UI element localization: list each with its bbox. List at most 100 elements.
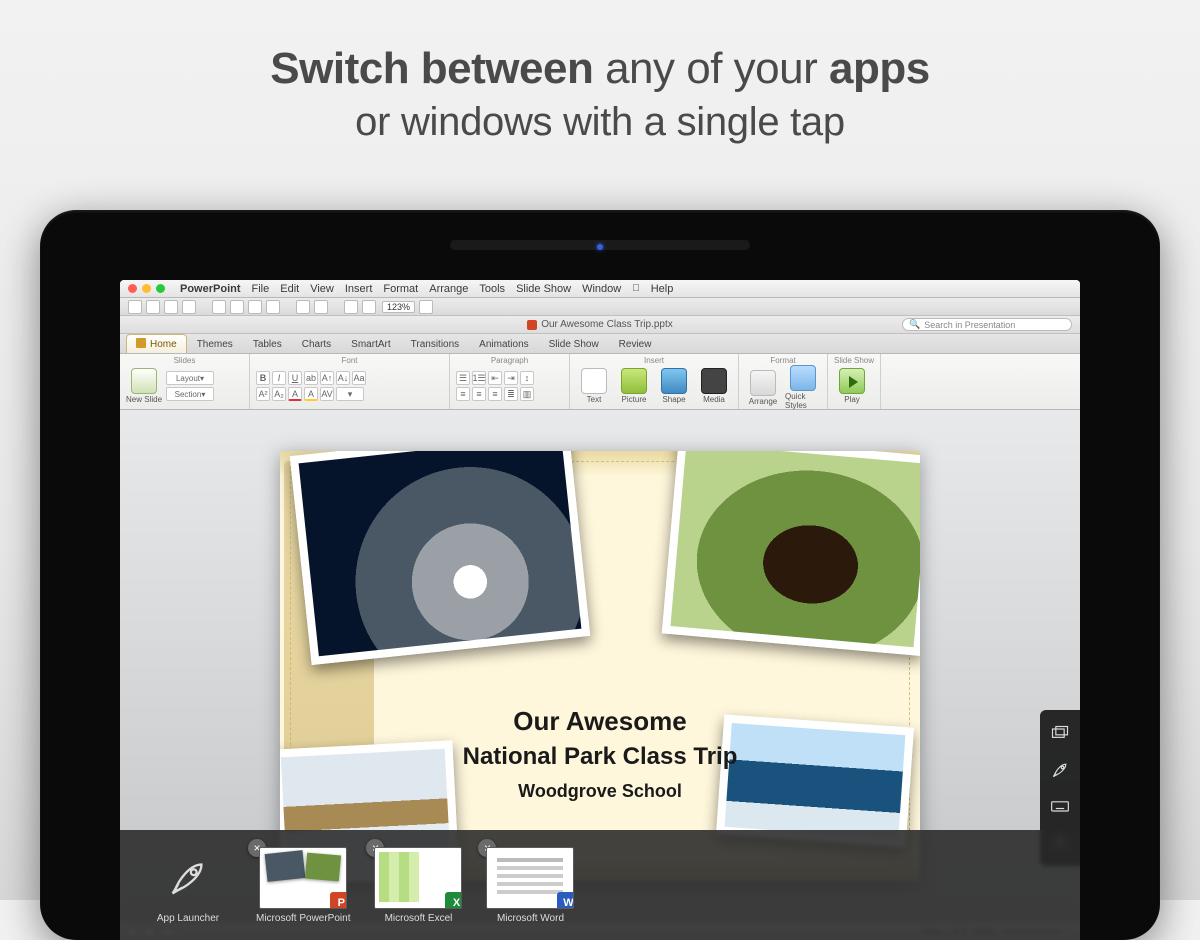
rocket-icon	[1050, 760, 1070, 780]
italic-button[interactable]: I	[272, 371, 286, 385]
ribbon-group-para-title: Paragraph	[456, 356, 563, 365]
close-window-icon[interactable]	[128, 284, 137, 293]
super-button[interactable]: A²	[256, 387, 270, 401]
font-picker[interactable]: ▾	[336, 387, 364, 401]
increase-font-button[interactable]: A↑	[320, 371, 334, 385]
arrange-button[interactable]: Arrange	[745, 370, 781, 406]
section-button[interactable]: Section ▾	[166, 387, 214, 401]
newslide-icon	[131, 368, 157, 394]
play-button[interactable]: Play	[834, 368, 870, 404]
slide-text[interactable]: Our Awesome National Park Class Trip Woo…	[463, 706, 738, 802]
numbering-button[interactable]: 1☰	[472, 371, 486, 385]
tray-thumb-word: W	[486, 847, 574, 909]
menu-help[interactable]: Help	[651, 283, 674, 295]
menu-arrange[interactable]: Arrange	[429, 283, 468, 295]
ribbon-tab-animations[interactable]: Animations	[469, 335, 538, 353]
slide-title-1: Our Awesome	[463, 706, 738, 737]
menu-insert[interactable]: Insert	[345, 283, 373, 295]
qa-undo-icon[interactable]	[296, 300, 310, 314]
ribbon-tab-smartart[interactable]: SmartArt	[341, 335, 400, 353]
ribbon-group-insert-title: Insert	[576, 356, 732, 365]
ribbon-tab-home[interactable]: Home	[126, 334, 187, 353]
photo-lake[interactable]	[716, 715, 914, 848]
char-spacing-button[interactable]: AV	[320, 387, 334, 401]
qa-copy-icon[interactable]	[230, 300, 244, 314]
newslide-button[interactable]: New Slide	[126, 368, 162, 404]
decrease-font-button[interactable]: A↓	[336, 371, 350, 385]
ribbon-tab-review[interactable]: Review	[609, 335, 662, 353]
ribbon-tab-slideshow[interactable]: Slide Show	[539, 335, 609, 353]
side-launcher-button[interactable]	[1040, 752, 1080, 788]
justify-button[interactable]: ≣	[504, 387, 518, 401]
qa-new-icon[interactable]	[128, 300, 142, 314]
qa-redo-icon[interactable]	[314, 300, 328, 314]
side-keyboard-button[interactable]	[1040, 788, 1080, 824]
qa-paste-icon[interactable]	[248, 300, 262, 314]
qa-show-icon[interactable]	[344, 300, 358, 314]
clear-format-button[interactable]: Aa	[352, 371, 366, 385]
align-center-button[interactable]: ≡	[472, 387, 486, 401]
qa-cut-icon[interactable]	[212, 300, 226, 314]
tray-launcher-label: App Launcher	[157, 913, 219, 924]
qa-help-icon[interactable]	[419, 300, 433, 314]
textbox-button[interactable]: Text	[576, 368, 612, 404]
shape-button[interactable]: Shape	[656, 368, 692, 404]
tray-thumb-powerpoint: P	[259, 847, 347, 909]
menu-view[interactable]: View	[310, 283, 334, 295]
menu-window[interactable]: Window	[582, 283, 621, 295]
photo-bison[interactable]	[662, 451, 920, 656]
slide[interactable]: Our Awesome National Park Class Trip Woo…	[280, 451, 920, 881]
tray-label-excel: Microsoft Excel	[385, 913, 453, 924]
side-windows-button[interactable]	[1040, 716, 1080, 752]
keyboard-icon	[1050, 796, 1070, 816]
tray-item-word[interactable]: × W Microsoft Word	[486, 847, 574, 924]
ribbon-group-slides-title: Slides	[126, 356, 243, 365]
zoom-window-icon[interactable]	[156, 284, 165, 293]
ribbon-tab-transitions[interactable]: Transitions	[401, 335, 470, 353]
qa-format-painter-icon[interactable]	[266, 300, 280, 314]
tablet-screen: PowerPoint File Edit View Insert Format …	[120, 280, 1080, 940]
align-left-button[interactable]: ≡	[456, 387, 470, 401]
word-badge-icon: W	[557, 892, 574, 909]
ribbon-tab-tables[interactable]: Tables	[243, 335, 292, 353]
outdent-button[interactable]: ⇤	[488, 371, 502, 385]
indent-button[interactable]: ⇥	[504, 371, 518, 385]
bold-button[interactable]: B	[256, 371, 270, 385]
ribbon-tabs: Home Themes Tables Charts SmartArt Trans…	[120, 334, 1080, 354]
tray-item-excel[interactable]: × X Microsoft Excel	[374, 847, 462, 924]
font-color-button[interactable]: A	[288, 387, 302, 401]
menu-edit[interactable]: Edit	[280, 283, 299, 295]
linespacing-button[interactable]: ↕	[520, 371, 534, 385]
minimize-window-icon[interactable]	[142, 284, 151, 293]
sub-button[interactable]: A₂	[272, 387, 286, 401]
ribbon-tab-charts[interactable]: Charts	[292, 335, 341, 353]
ribbon-tab-themes[interactable]: Themes	[187, 335, 243, 353]
qa-play-icon[interactable]	[362, 300, 376, 314]
picture-button[interactable]: Picture	[616, 368, 652, 404]
window-controls[interactable]	[128, 284, 165, 293]
quickstyles-button[interactable]: Quick Styles	[785, 365, 821, 410]
underline-button[interactable]: U	[288, 371, 302, 385]
tray-app-launcher[interactable]: App Launcher	[144, 847, 232, 924]
photo-geyser[interactable]	[290, 451, 590, 665]
highlight-button[interactable]: A	[304, 387, 318, 401]
menu-tools[interactable]: Tools	[479, 283, 505, 295]
search-box[interactable]: 🔍 Search in Presentation	[902, 318, 1072, 331]
align-right-button[interactable]: ≡	[488, 387, 502, 401]
qa-open-icon[interactable]	[146, 300, 160, 314]
tray-label-powerpoint: Microsoft PowerPoint	[256, 913, 350, 924]
bullets-button[interactable]: ☰	[456, 371, 470, 385]
media-button[interactable]: Media	[696, 368, 732, 404]
menu-file[interactable]: File	[252, 283, 270, 295]
layout-button[interactable]: Layout ▾	[166, 371, 214, 385]
excel-badge-icon: X	[445, 892, 462, 909]
qa-print-icon[interactable]	[182, 300, 196, 314]
columns-button[interactable]: ▥	[520, 387, 534, 401]
zoom-display[interactable]: 123%	[382, 301, 415, 313]
qa-save-icon[interactable]	[164, 300, 178, 314]
menu-format[interactable]: Format	[383, 283, 418, 295]
promo-headline: Switch between any of your apps or windo…	[0, 0, 1200, 145]
strike-button[interactable]: ab	[304, 371, 318, 385]
tray-item-powerpoint[interactable]: × P Microsoft PowerPoint	[256, 847, 350, 924]
menu-slideshow[interactable]: Slide Show	[516, 283, 571, 295]
